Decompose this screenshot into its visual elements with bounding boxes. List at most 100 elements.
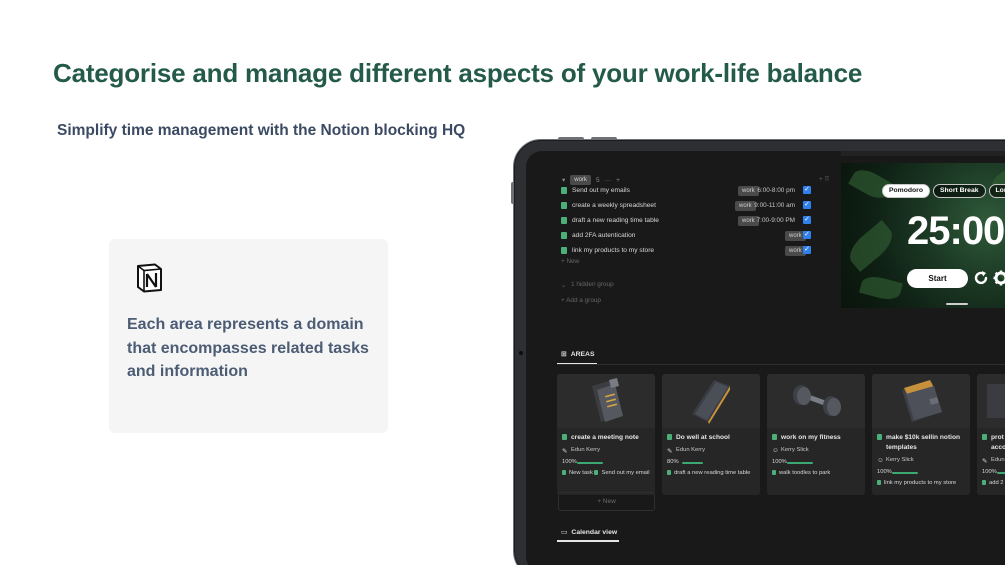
task-row[interactable]: Send out my emails work 6:00-8:00 pm ✓: [561, 183, 811, 198]
hidden-group-toggle[interactable]: 1 hidden group: [571, 281, 614, 288]
tab-areas[interactable]: ⊞ AREAS: [561, 350, 595, 359]
new-area-button[interactable]: + New: [558, 492, 655, 511]
card-progress: 80%: [667, 459, 679, 465]
database-icon: [561, 202, 567, 209]
card-title: prot acco: [991, 434, 1005, 451]
tablet-power-button: [511, 182, 514, 204]
wallet-icon: [902, 380, 942, 422]
pomodoro-widget: Pomodoro Short Break Long Break 25:00 St…: [841, 163, 1005, 308]
start-button[interactable]: Start: [907, 269, 968, 288]
area-card[interactable]: prot acco ✎ Edun 100% add 2: [977, 374, 1005, 495]
area-card[interactable]: make $10k sellin notion templates ☺ Kerr…: [872, 374, 970, 495]
area-card[interactable]: create a meeting note ✎ Edun Kerry 100% …: [557, 374, 655, 495]
card-progress: 100%: [877, 469, 892, 475]
card-title: work on my fitness: [781, 434, 841, 441]
tablet-mockup: ▾ work 5 ··· + + ⠿ Send out my emails wo…: [511, 137, 1005, 565]
task-checkbox[interactable]: ✓: [803, 216, 811, 224]
chevron-down-icon[interactable]: ⌄: [561, 281, 566, 289]
database-icon: [667, 434, 672, 440]
task-time: 9:00-11:00 am: [754, 202, 795, 209]
task-name: link my products to my store: [572, 247, 655, 254]
tablet-volume-button: [558, 137, 584, 140]
area-card[interactable]: Do well at school ✎ Edun Kerry 80% draft…: [662, 374, 760, 495]
leaf-decoration: [843, 219, 899, 273]
progress-bar: [997, 472, 1005, 474]
tab-pomodoro[interactable]: Pomodoro: [882, 184, 930, 198]
tab-areas-label: AREAS: [570, 350, 595, 358]
card-owner: Kerry Slick: [886, 457, 914, 463]
task-checkbox[interactable]: ✓: [803, 186, 811, 194]
progress-bar: [682, 462, 703, 464]
card-owner: Edun: [991, 457, 1005, 463]
feature-card: Each area represents a domain that encom…: [109, 239, 388, 433]
camera-icon: [519, 351, 523, 355]
task-row[interactable]: create a weekly spreadsheet work 9:00-11…: [561, 198, 811, 213]
area-card[interactable]: work on my fitness ☺ Kerry Slick 100% wa…: [767, 374, 865, 495]
card-title: make $10k sellin notion templates: [886, 434, 961, 451]
card-progress: 100%: [562, 459, 577, 465]
task-checkbox[interactable]: ✓: [803, 231, 811, 239]
card-cover: [557, 374, 655, 428]
pencil-icon: ✎: [982, 458, 988, 465]
progress-bar: [577, 462, 603, 464]
card-title: create a meeting note: [571, 434, 639, 441]
pencil-icon: ✎: [562, 448, 568, 455]
card-related-tasks: walk toodles to park: [772, 470, 830, 476]
timer-display: 25:00: [907, 209, 1005, 253]
card-related-tasks: link my products to my store: [877, 480, 956, 486]
card-cover: [662, 374, 760, 428]
new-task-button[interactable]: + New: [561, 258, 579, 265]
top-strip: [841, 151, 1005, 156]
task-time: 7:00-9:00 PM: [756, 217, 795, 224]
progress-bar: [892, 472, 918, 474]
card-progress: 100%: [772, 459, 787, 465]
card-related-tasks: draft a new reading time table: [667, 470, 750, 476]
database-icon: [877, 434, 882, 440]
tab-short-break[interactable]: Short Break: [932, 184, 986, 198]
card-title: Do well at school: [676, 434, 730, 441]
card-related-tasks: add 2: [982, 480, 1004, 486]
add-group-button[interactable]: + Add a group: [561, 297, 601, 304]
scroll-indicator: [946, 303, 968, 305]
task-name: create a weekly spreadsheet: [572, 202, 656, 209]
progress-bar: [787, 462, 813, 464]
tablet-volume-button: [591, 137, 617, 140]
pomodoro-tabs: Pomodoro Short Break Long Break: [882, 184, 1005, 198]
card-owner: Kerry Slick: [781, 447, 809, 453]
database-icon: [772, 434, 777, 440]
task-row[interactable]: draft a new reading time table work 7:00…: [561, 213, 811, 228]
document-icon: [592, 378, 623, 422]
task-row[interactable]: add 2FA autentication work ✓: [561, 228, 811, 243]
task-name: Send out my emails: [572, 187, 630, 194]
database-icon: [561, 187, 567, 194]
subheadline: Simplify time management with the Notion…: [57, 122, 466, 139]
card-cover: [872, 374, 970, 428]
task-name: draft a new reading time table: [572, 217, 659, 224]
divider: [557, 364, 1005, 365]
shield-icon: [987, 384, 1005, 418]
page: Categorise and manage different aspects …: [0, 0, 1005, 565]
database-icon: [561, 232, 567, 239]
tab-calendar-view[interactable]: ▭ Calendar view: [561, 528, 618, 537]
task-list: Send out my emails work 6:00-8:00 pm ✓ c…: [561, 183, 811, 258]
card-cover: [767, 374, 865, 428]
gallery-icon: ⊞: [561, 351, 567, 358]
notion-logo-icon: [137, 263, 162, 293]
avatar: ☺: [772, 447, 779, 454]
tab-calendar-label: Calendar view: [571, 528, 618, 536]
database-icon: [562, 434, 567, 440]
task-row[interactable]: link my products to my store work ✓: [561, 243, 811, 258]
dumbbell-icon: [793, 385, 841, 416]
avatar: ☺: [877, 457, 884, 464]
task-time: 6:00-8:00 pm: [757, 187, 795, 194]
task-checkbox[interactable]: ✓: [803, 246, 811, 254]
card-cover: [977, 374, 1005, 428]
card-progress: 100%: [982, 469, 997, 475]
toolbar-icons[interactable]: + ⠿: [819, 175, 829, 183]
reset-icon[interactable]: [972, 269, 990, 287]
tab-long-break[interactable]: Long Break: [988, 184, 1005, 198]
card-related-tasks: New task Send out my email: [562, 470, 649, 476]
pencil-icon: ✎: [667, 448, 673, 455]
task-checkbox[interactable]: ✓: [803, 201, 811, 209]
gear-icon[interactable]: [993, 270, 1005, 286]
